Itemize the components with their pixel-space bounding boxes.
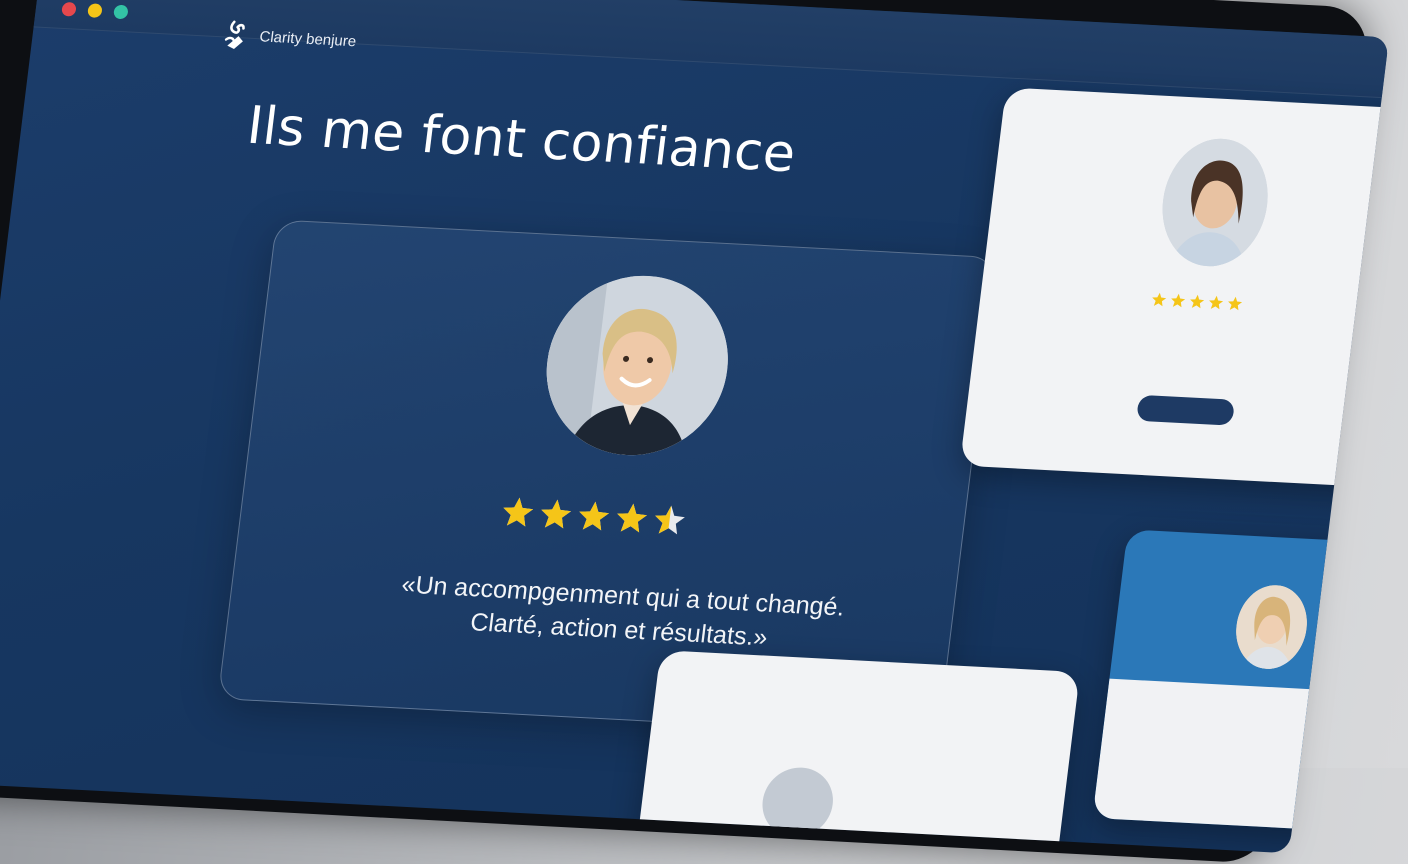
star-icon	[1152, 292, 1167, 307]
testimonial-avatar	[536, 271, 739, 460]
woman-portrait-icon	[1155, 136, 1275, 269]
star-icon	[1171, 293, 1186, 308]
testimonial-button[interactable]	[1136, 394, 1236, 426]
star-icon	[1228, 296, 1243, 311]
woman-portrait-icon	[1231, 583, 1312, 671]
rating-stars	[1150, 291, 1244, 312]
star-icon	[503, 497, 534, 527]
star-icon	[1209, 295, 1224, 310]
star-icon	[541, 499, 572, 529]
minimize-window-button[interactable]	[87, 3, 103, 18]
brand[interactable]: Clarity benjure	[222, 18, 358, 57]
secondary-testimonial-card	[959, 87, 1390, 489]
woman-portrait-icon	[536, 271, 739, 460]
close-window-button[interactable]	[61, 1, 77, 17]
testimonial-avatar	[1231, 583, 1312, 671]
star-icon	[655, 505, 685, 535]
star-icon	[1190, 294, 1205, 309]
brand-name: Clarity benjure	[258, 27, 358, 50]
testimonial-quote	[1067, 325, 1337, 339]
maximize-window-button[interactable]	[113, 4, 129, 20]
browser-screen: Clarity benjure Ils me font confiance «U…	[0, 0, 1390, 854]
rating-stars	[499, 495, 689, 539]
featured-testimonial-card: «Un accompgenment qui a tout changé. Cla…	[217, 219, 998, 737]
star-icon	[579, 501, 609, 531]
card-body	[1092, 678, 1390, 835]
tertiary-testimonial-card	[1092, 529, 1390, 835]
star-icon	[617, 503, 647, 533]
testimonial-quote: «Un accompgenment qui a tout changé. Cla…	[399, 570, 847, 652]
brand-logo-icon	[224, 20, 245, 49]
page-title: Ils me font confiance	[243, 95, 799, 185]
testimonial-avatar	[1155, 136, 1275, 269]
